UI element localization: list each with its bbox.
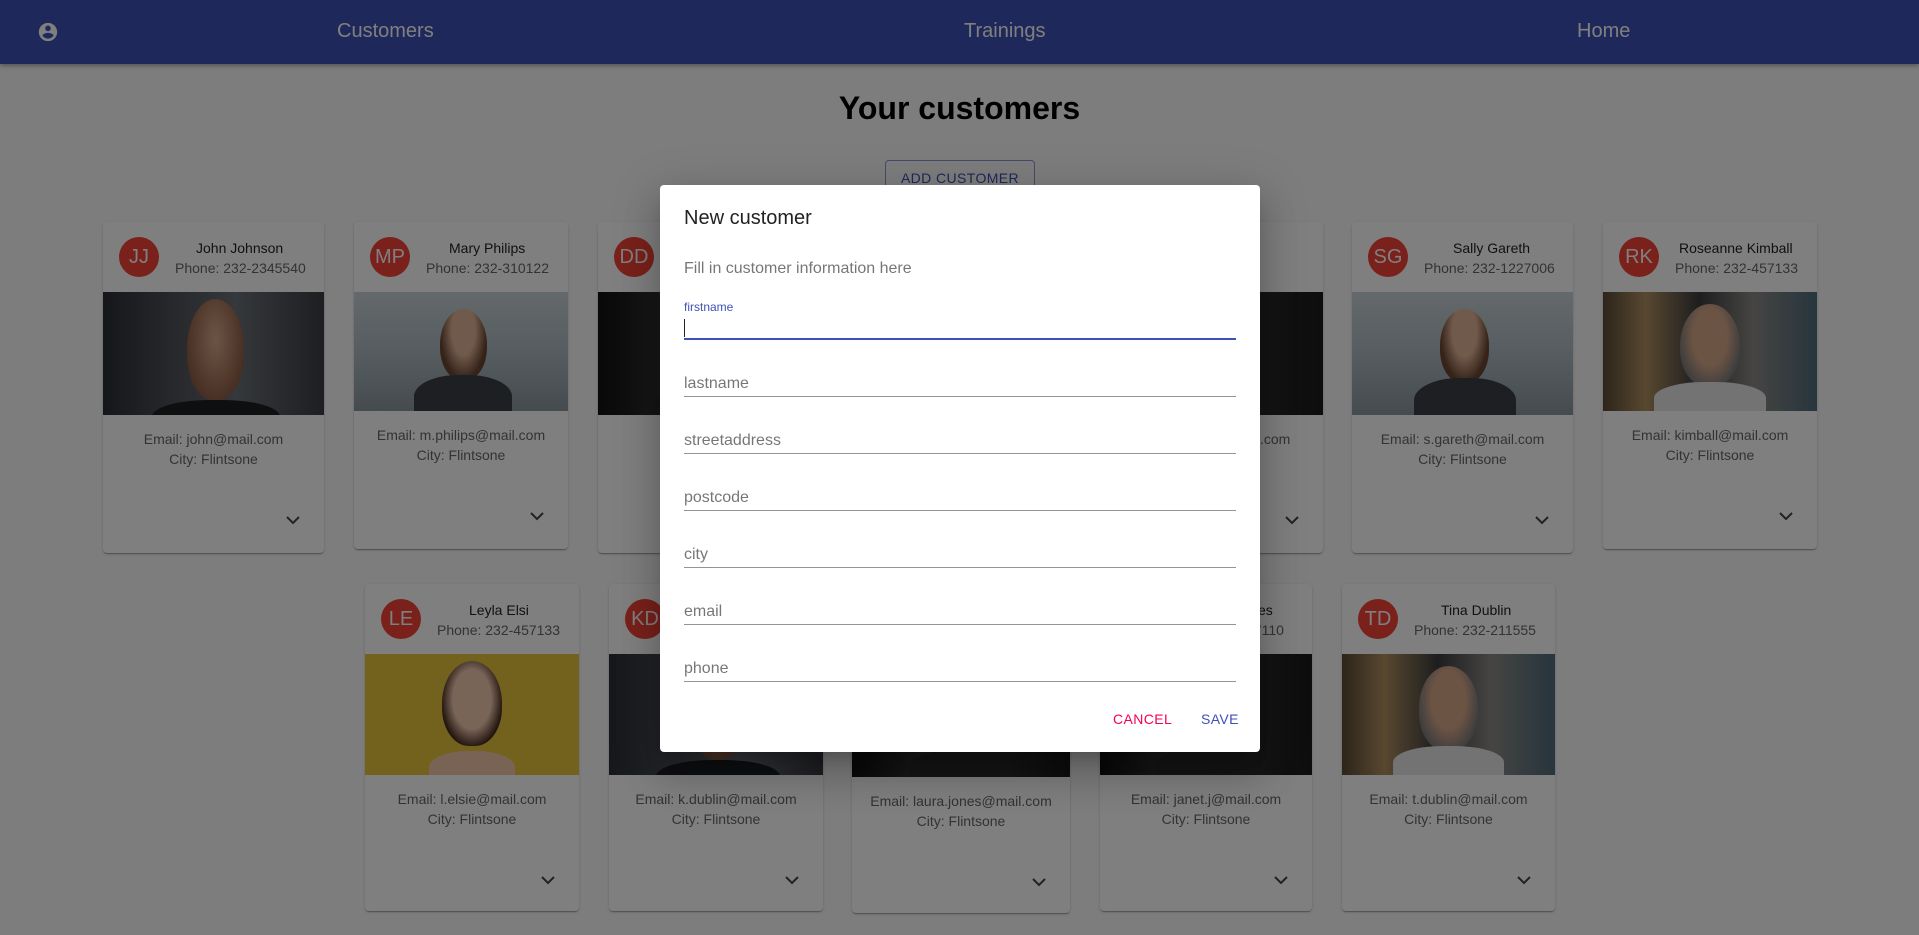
save-button[interactable]: SAVE bbox=[1201, 711, 1239, 727]
field-underline bbox=[684, 567, 1236, 568]
field-underline bbox=[684, 681, 1236, 682]
text-caret bbox=[684, 319, 685, 337]
phone-input[interactable] bbox=[684, 656, 1236, 680]
field-underline bbox=[684, 338, 1236, 340]
postcode-input[interactable] bbox=[684, 485, 1236, 509]
field-underline bbox=[684, 624, 1236, 625]
firstname-field[interactable]: firstname bbox=[684, 300, 1236, 342]
lastname-input[interactable] bbox=[684, 371, 1236, 395]
city-input[interactable] bbox=[684, 542, 1236, 566]
field-underline bbox=[684, 510, 1236, 511]
lastname-field[interactable]: lastname bbox=[684, 357, 1236, 399]
new-customer-dialog: New customer Fill in customer informatio… bbox=[660, 185, 1260, 752]
city-field[interactable]: city bbox=[684, 528, 1236, 570]
firstname-input[interactable] bbox=[684, 314, 1236, 338]
email-input[interactable] bbox=[684, 599, 1236, 623]
dialog-title: New customer bbox=[684, 207, 812, 229]
cancel-button[interactable]: CANCEL bbox=[1113, 711, 1172, 727]
dialog-description: Fill in customer information here bbox=[684, 260, 912, 277]
field-underline bbox=[684, 396, 1236, 397]
streetaddress-input[interactable] bbox=[684, 428, 1236, 452]
email-field[interactable]: email bbox=[684, 585, 1236, 627]
postcode-field[interactable]: postcode bbox=[684, 471, 1236, 513]
streetaddress-field[interactable]: streetaddress bbox=[684, 414, 1236, 456]
field-underline bbox=[684, 453, 1236, 454]
phone-field[interactable]: phone bbox=[684, 642, 1236, 684]
firstname-label: firstname bbox=[684, 300, 734, 314]
